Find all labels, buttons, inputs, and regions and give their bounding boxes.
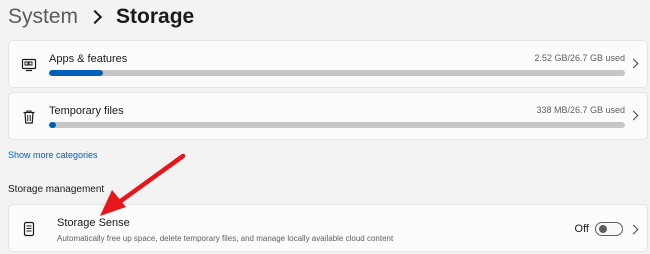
usage-bar-fill <box>49 122 56 128</box>
category-temporary-files[interactable]: Temporary files 338 MB/26.7 GB used <box>8 92 648 140</box>
show-more-categories-link[interactable]: Show more categories <box>8 150 98 160</box>
toggle-state-label: Off <box>574 223 589 235</box>
category-usage-text: 338 MB/26.7 GB used <box>536 105 625 115</box>
toggle-knob <box>599 225 607 233</box>
breadcrumb: System Storage <box>8 0 194 34</box>
storage-sense-description: Automatically free up space, delete temp… <box>57 234 394 243</box>
chevron-right-icon <box>628 58 639 69</box>
usage-bar <box>49 70 625 76</box>
apps-icon <box>21 57 37 73</box>
breadcrumb-chevron-icon <box>87 9 103 25</box>
category-apps-features[interactable]: Apps & features 2.52 GB/26.7 GB used <box>8 40 648 88</box>
storage-sense-toggle[interactable] <box>595 222 623 236</box>
usage-bar <box>49 122 625 128</box>
storage-management-heading: Storage management <box>8 184 105 195</box>
category-title: Temporary files <box>49 105 124 117</box>
trash-icon <box>21 109 37 125</box>
chevron-right-icon <box>628 224 639 235</box>
storage-drive-icon <box>21 221 37 237</box>
category-usage-text: 2.52 GB/26.7 GB used <box>534 53 625 63</box>
usage-bar-fill <box>49 70 104 76</box>
storage-sense-title: Storage Sense <box>57 217 130 229</box>
page-title: Storage <box>116 5 195 28</box>
breadcrumb-system-link[interactable]: System <box>8 5 78 29</box>
storage-sense-row[interactable]: Storage Sense Automatically free up spac… <box>8 204 648 252</box>
chevron-right-icon <box>628 110 639 121</box>
category-title: Apps & features <box>49 53 128 65</box>
